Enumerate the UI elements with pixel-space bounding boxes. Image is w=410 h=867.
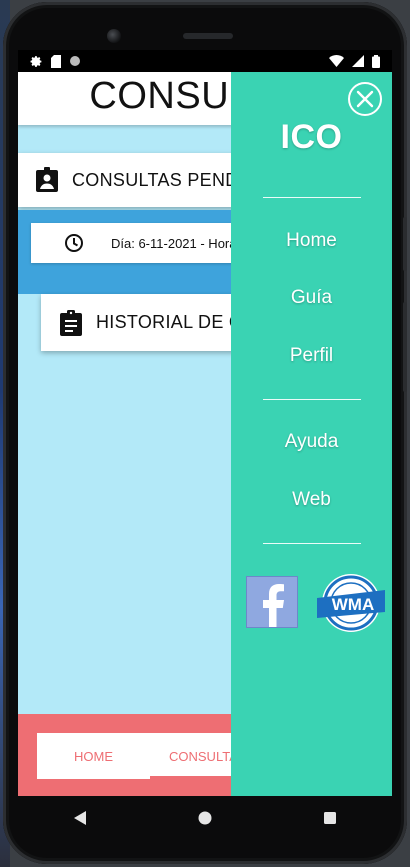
close-button[interactable]: [348, 82, 382, 116]
back-icon[interactable]: [74, 811, 86, 825]
facebook-icon[interactable]: [246, 576, 298, 628]
wma-logo[interactable]: WMA: [315, 572, 387, 634]
earpiece-speaker: [183, 33, 233, 39]
front-camera: [107, 29, 121, 43]
svg-text:WMA: WMA: [332, 595, 374, 614]
signal-icon: [352, 55, 364, 67]
volume-button: [403, 302, 407, 392]
status-bar: [18, 50, 392, 72]
recents-icon[interactable]: [324, 812, 336, 824]
app-screen: CONSULTAS CONSULTAS PENDIENTES Día: 6-11…: [18, 50, 392, 796]
clipboard-icon: [60, 309, 82, 336]
battery-icon: [372, 54, 380, 68]
menu-item-guia[interactable]: Guía: [231, 287, 392, 309]
drawer-divider: [263, 543, 361, 544]
clock-icon: [65, 234, 83, 252]
drawer-title: ICO: [280, 118, 343, 156]
menu-item-home[interactable]: Home: [231, 230, 392, 252]
gear-icon: [30, 55, 42, 67]
menu-item-ayuda[interactable]: Ayuda: [231, 431, 392, 453]
wifi-icon: [329, 55, 344, 67]
home-icon[interactable]: [198, 811, 212, 825]
close-icon: [356, 90, 374, 108]
nav-home[interactable]: HOME: [74, 749, 113, 764]
sd-card-icon: [51, 54, 61, 68]
system-navigation-bar: [18, 796, 392, 840]
drawer-divider: [263, 197, 361, 198]
side-drawer: ICO Home Guía Perfil Ayuda Web WMA: [231, 72, 392, 796]
menu-item-web[interactable]: Web: [231, 489, 392, 511]
circle-icon: [70, 56, 80, 66]
power-button: [403, 217, 407, 271]
badge-icon: [36, 167, 58, 192]
drawer-divider: [263, 399, 361, 400]
menu-item-perfil[interactable]: Perfil: [231, 345, 392, 367]
